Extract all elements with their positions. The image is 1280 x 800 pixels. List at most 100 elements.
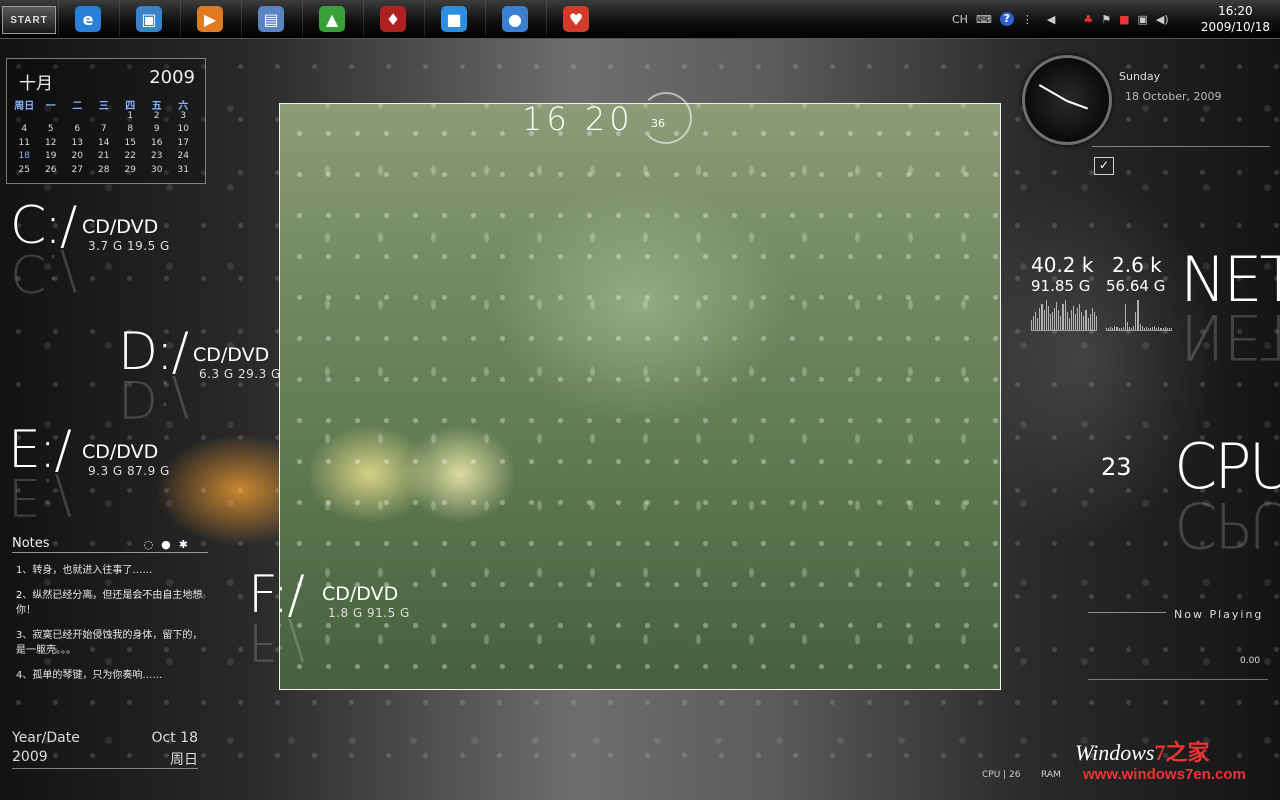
- graph-bar: [1129, 327, 1131, 330]
- drive-e-widget[interactable]: E:/ E:/ CD/DVD 9.3 G 87.9 G: [8, 420, 208, 526]
- taskbar-app-button[interactable]: ▣: [119, 1, 178, 37]
- watermark-logo: Windows7之家: [1075, 735, 1209, 767]
- calendar-day[interactable]: 25: [11, 165, 38, 179]
- calendar-year: 2009: [149, 67, 195, 88]
- cpu-value: 23: [1101, 453, 1132, 481]
- yeardate-label: Year/Date: [12, 730, 80, 746]
- calendar-day[interactable]: 13: [64, 138, 91, 152]
- drive-letter-reflection: E:/: [8, 466, 70, 526]
- digital-clock-seconds: 36: [651, 117, 665, 130]
- calendar-day[interactable]: 2: [144, 111, 171, 125]
- drive-f-widget[interactable]: F:/ F:/ CD/DVD 1.8 G 91.5 G: [248, 565, 448, 671]
- calendar-day[interactable]: 26: [38, 165, 65, 179]
- taskbar-app-button[interactable]: ♦: [363, 1, 422, 37]
- graph-bar: [1168, 328, 1170, 330]
- keyboard-icon[interactable]: ⌨: [976, 13, 992, 26]
- calendar-day[interactable]: 29: [117, 165, 144, 179]
- drive-size: 9.3 G 87.9 G: [88, 464, 170, 478]
- calendar-day[interactable]: 3: [170, 111, 197, 125]
- graph-bar: [1149, 328, 1152, 330]
- help-icon[interactable]: ?: [999, 12, 1014, 26]
- drive-size: 1.8 G 91.5 G: [328, 606, 410, 620]
- digital-clock-time: 16 20: [522, 100, 634, 138]
- taskbar-app-button[interactable]: ▲: [302, 1, 361, 37]
- note-item[interactable]: 2、纵然已经分离，但还是会不由自主地想你！: [16, 588, 208, 618]
- calendar-day[interactable]: 12: [38, 138, 65, 152]
- graph-bar: [1122, 327, 1124, 330]
- tray-arrow-icon[interactable]: ◀: [1047, 13, 1055, 26]
- calendar-day[interactable]: 24: [170, 151, 197, 165]
- flag-icon[interactable]: ⚑: [1101, 13, 1111, 26]
- calendar-day[interactable]: 19: [38, 151, 65, 165]
- seconds-ring: [640, 92, 692, 144]
- taskbar-app-button[interactable]: ■: [424, 1, 483, 37]
- graph-bar: [1064, 300, 1066, 330]
- calendar-day[interactable]: 16: [144, 138, 171, 152]
- cpu-label-reflection: CPU: [1174, 488, 1280, 561]
- taskbar-app-button[interactable]: ●: [485, 1, 544, 37]
- calendar-day[interactable]: 10: [170, 124, 197, 138]
- graph-bar: [1035, 312, 1037, 330]
- taskbar-app-button[interactable]: ▤: [241, 1, 300, 37]
- calendar-month: 十月: [19, 74, 53, 94]
- notes-add-icon[interactable]: ✱: [179, 538, 188, 551]
- calendar-day[interactable]: 31: [170, 165, 197, 179]
- graph-bar: [1070, 310, 1072, 330]
- language-indicator[interactable]: CH: [952, 13, 968, 26]
- calendar-day[interactable]: 4: [11, 124, 38, 138]
- monitor-graph-icon: ▲: [319, 6, 345, 32]
- notes-edit-icon[interactable]: ●: [161, 538, 171, 551]
- calendar-day[interactable]: 6: [64, 124, 91, 138]
- calendar-day[interactable]: 8: [117, 124, 144, 138]
- graph-bar: [1162, 328, 1164, 330]
- calendar-day[interactable]: 30: [144, 165, 171, 179]
- graph-bar: [1152, 327, 1154, 330]
- volume-icon[interactable]: ◀): [1156, 13, 1169, 26]
- calendar-day[interactable]: 22: [117, 151, 144, 165]
- graph-bar: [1056, 302, 1058, 330]
- note-item[interactable]: 3、寂寞已经开始侵蚀我的身体，留下的，是一躯壳。。。: [16, 628, 208, 658]
- calendar-day[interactable]: 20: [64, 151, 91, 165]
- taskbar-app-button[interactable]: e: [58, 1, 117, 37]
- calendar-day[interactable]: 23: [144, 151, 171, 165]
- calendar-day[interactable]: 17: [170, 138, 197, 152]
- graph-bar: [1085, 310, 1087, 330]
- bottom-cpu-meter: CPU | 26: [982, 770, 1021, 780]
- ime-options-icon[interactable]: ⋮: [1022, 13, 1033, 26]
- graph-bar: [1154, 326, 1156, 330]
- net-download-total: 91.85 G: [1031, 277, 1091, 295]
- graph-bar: [1141, 326, 1143, 330]
- calendar-day[interactable]: 9: [144, 124, 171, 138]
- notes-controls: ◌ ● ✱: [144, 538, 188, 551]
- graph-bar: [1143, 328, 1145, 330]
- calendar-day[interactable]: 27: [64, 165, 91, 179]
- taskbar-app-button[interactable]: ♥: [546, 1, 605, 37]
- taskbar: START e ▣ ▶ ▤ ▲ ♦ ■ ● ♥ CH ⌨ ? ⋮ ◀ ♣ ⚑ ■ ▣ ◀) 16…: [0, 0, 1280, 39]
- graph-bar: [1139, 324, 1141, 330]
- calendar-day[interactable]: 5: [38, 124, 65, 138]
- calendar-day[interactable]: 14: [91, 138, 118, 152]
- drive-d-widget[interactable]: D:/ D:/ CD/DVD 6.3 G 29.3 G: [118, 322, 288, 428]
- taskbar-app-button[interactable]: ▶: [180, 1, 239, 37]
- analog-clock[interactable]: [1022, 55, 1112, 145]
- note-item[interactable]: 1、转身，也就进入往事了……: [16, 563, 208, 578]
- graph-bar: [1051, 312, 1054, 330]
- qq-tray-icon[interactable]: ♣: [1083, 13, 1093, 26]
- checkbox-icon[interactable]: ✓: [1094, 157, 1114, 175]
- calendar-day[interactable]: 1: [117, 111, 144, 125]
- network-icon[interactable]: ▣: [1137, 13, 1147, 26]
- calendar-day[interactable]: 11: [11, 138, 38, 152]
- graph-bar: [1124, 304, 1126, 330]
- notes-settings-icon[interactable]: ◌: [144, 538, 154, 551]
- drive-c-widget[interactable]: C:/ C:/ CD/DVD 3.7 G 19.5 G: [10, 196, 210, 302]
- security-icon[interactable]: ■: [1119, 13, 1129, 26]
- taskbar-clock[interactable]: 16:20 2009/10/18: [1201, 3, 1270, 35]
- calendar-day[interactable]: 28: [91, 165, 118, 179]
- calendar-day[interactable]: 18: [11, 151, 38, 165]
- calendar-day[interactable]: 15: [117, 138, 144, 152]
- taskbar-clock-date: 2009/10/18: [1200, 20, 1270, 34]
- note-item[interactable]: 4、孤单的琴键，只为你奏响……: [16, 668, 208, 683]
- calendar-day[interactable]: 7: [91, 124, 118, 138]
- start-button[interactable]: START: [2, 6, 56, 34]
- calendar-day[interactable]: 21: [91, 151, 118, 165]
